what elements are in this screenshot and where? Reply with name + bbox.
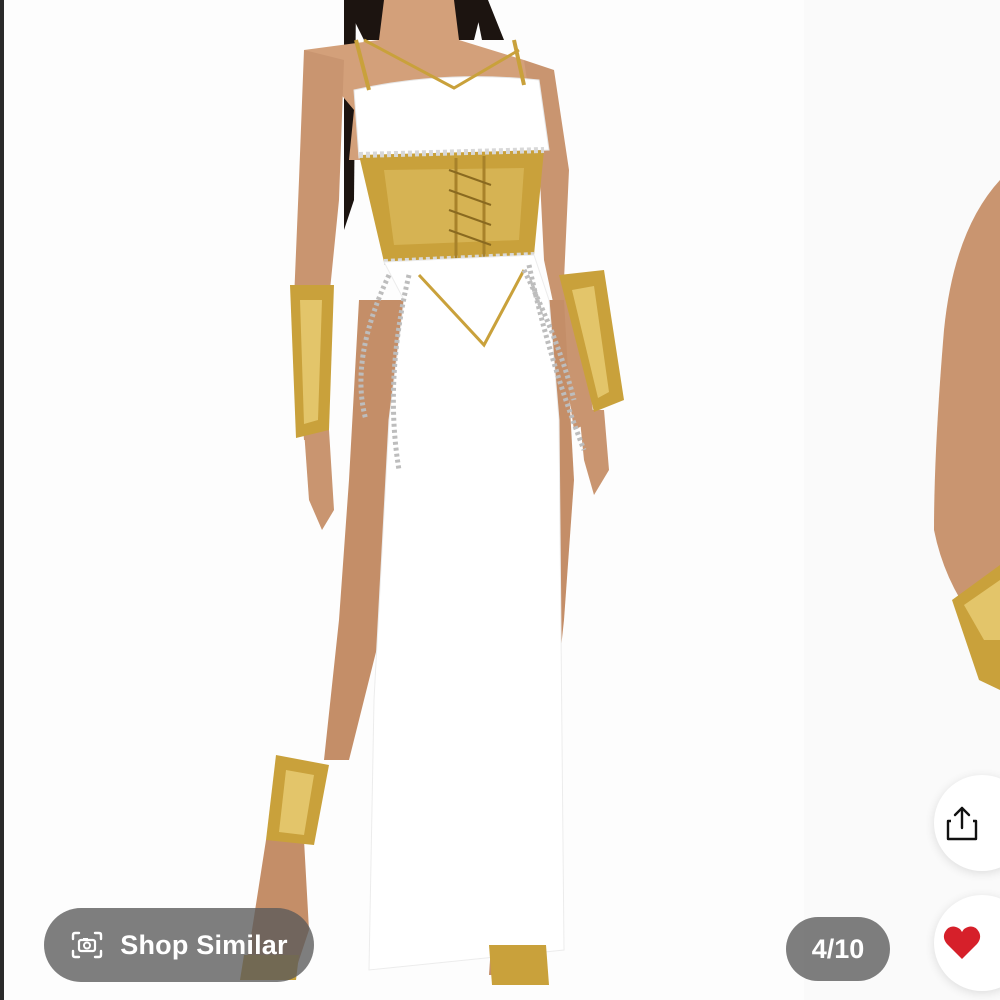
shop-similar-label: Shop Similar (120, 929, 288, 960)
product-photo-main[interactable] (4, 0, 804, 1000)
product-image-viewer[interactable]: Shop Similar 4/10 (0, 0, 1000, 1000)
shop-similar-button[interactable]: Shop Similar (44, 908, 314, 982)
share-icon (944, 804, 980, 842)
image-counter: 4/10 (786, 917, 890, 981)
heart-icon (942, 925, 982, 961)
camera-icon (70, 930, 104, 960)
